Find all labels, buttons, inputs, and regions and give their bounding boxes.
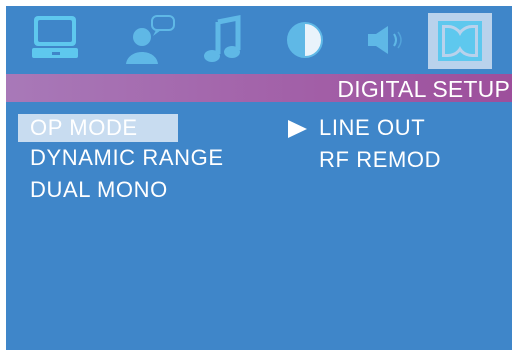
speaker-setup-icon[interactable] — [122, 10, 180, 68]
digital-setup-icon[interactable] — [428, 13, 492, 69]
speaker-volume-icon[interactable] — [358, 10, 416, 68]
osd-screen: DIGITAL SETUP OP MODE DYNAMIC RANGE DUAL… — [6, 6, 512, 350]
selection-arrow-icon — [288, 120, 307, 138]
general-setup-icon[interactable] — [26, 10, 84, 68]
audio-setup-icon[interactable] — [196, 10, 254, 68]
option-rf-remod[interactable]: RF REMOD — [319, 146, 441, 174]
option-line-out[interactable]: LINE OUT — [319, 114, 425, 142]
setup-icon-bar — [6, 6, 512, 74]
menu-item-dual-mono[interactable]: DUAL MONO — [30, 176, 168, 204]
video-setup-icon[interactable] — [276, 10, 334, 68]
page-title: DIGITAL SETUP — [337, 76, 510, 102]
title-bar: DIGITAL SETUP — [6, 74, 512, 102]
menu-item-op-mode[interactable]: OP MODE — [18, 114, 178, 142]
menu-item-dynamic-range[interactable]: DYNAMIC RANGE — [30, 144, 224, 172]
